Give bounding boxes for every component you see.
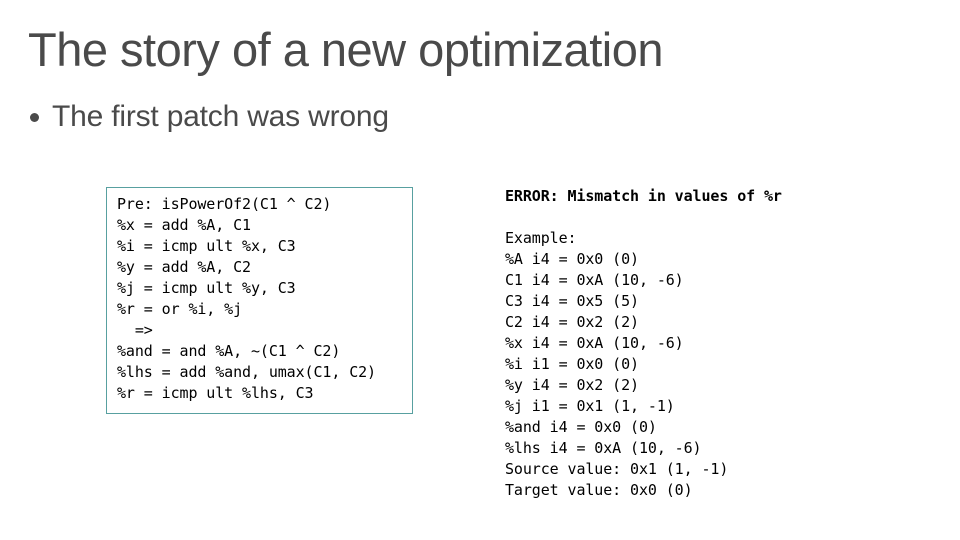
code-line: %lhs = add %and, umax(C1, C2) bbox=[117, 363, 376, 381]
page-title: The story of a new optimization bbox=[28, 23, 663, 76]
alive-transform-code-box: Pre: isPowerOf2(C1 ^ C2) %x = add %A, C1%… bbox=[106, 187, 413, 414]
code-line: %and = and %A, ~(C1 ^ C2) bbox=[117, 342, 341, 360]
output-line: %A i4 = 0x0 (0) bbox=[505, 250, 639, 268]
bullet-dot-icon bbox=[30, 112, 39, 122]
bullet-item-label: The first patch was wrong bbox=[52, 100, 389, 133]
code-line: %y = add %A, C2 bbox=[117, 258, 251, 276]
code-line: %j = icmp ult %y, C3 bbox=[117, 279, 296, 297]
code-line: %r = icmp ult %lhs, C3 bbox=[117, 384, 314, 402]
output-line: Example: bbox=[505, 229, 577, 247]
verifier-output-column: ERROR: Mismatch in values of %r Example:%… bbox=[505, 186, 945, 501]
output-line: %lhs i4 = 0xA (10, -6) bbox=[505, 439, 702, 457]
bullet-list-item: The first patch was wrong bbox=[30, 100, 389, 135]
code-line: => bbox=[117, 321, 153, 339]
output-line: C1 i4 = 0xA (10, -6) bbox=[505, 271, 684, 289]
output-line: %y i4 = 0x2 (2) bbox=[505, 376, 639, 394]
slide-canvas: The story of a new optimization The firs… bbox=[0, 0, 960, 540]
code-line: %x = add %A, C1 bbox=[117, 216, 251, 234]
error-message: ERROR: Mismatch in values of %r bbox=[505, 187, 782, 205]
output-line: %j i1 = 0x1 (1, -1) bbox=[505, 397, 675, 415]
output-line: %x i4 = 0xA (10, -6) bbox=[505, 334, 684, 352]
code-line: %i = icmp ult %x, C3 bbox=[117, 237, 296, 255]
code-line: Pre: isPowerOf2(C1 ^ C2) bbox=[117, 195, 332, 213]
output-line: %i i1 = 0x0 (0) bbox=[505, 355, 639, 373]
output-line: C3 i4 = 0x5 (5) bbox=[505, 292, 639, 310]
output-line: Source value: 0x1 (1, -1) bbox=[505, 460, 729, 478]
code-line: %r = or %i, %j bbox=[117, 300, 243, 318]
output-line: %and i4 = 0x0 (0) bbox=[505, 418, 657, 436]
output-line: Target value: 0x0 (0) bbox=[505, 481, 693, 499]
output-spacer bbox=[505, 207, 945, 228]
output-line: C2 i4 = 0x2 (2) bbox=[505, 313, 639, 331]
